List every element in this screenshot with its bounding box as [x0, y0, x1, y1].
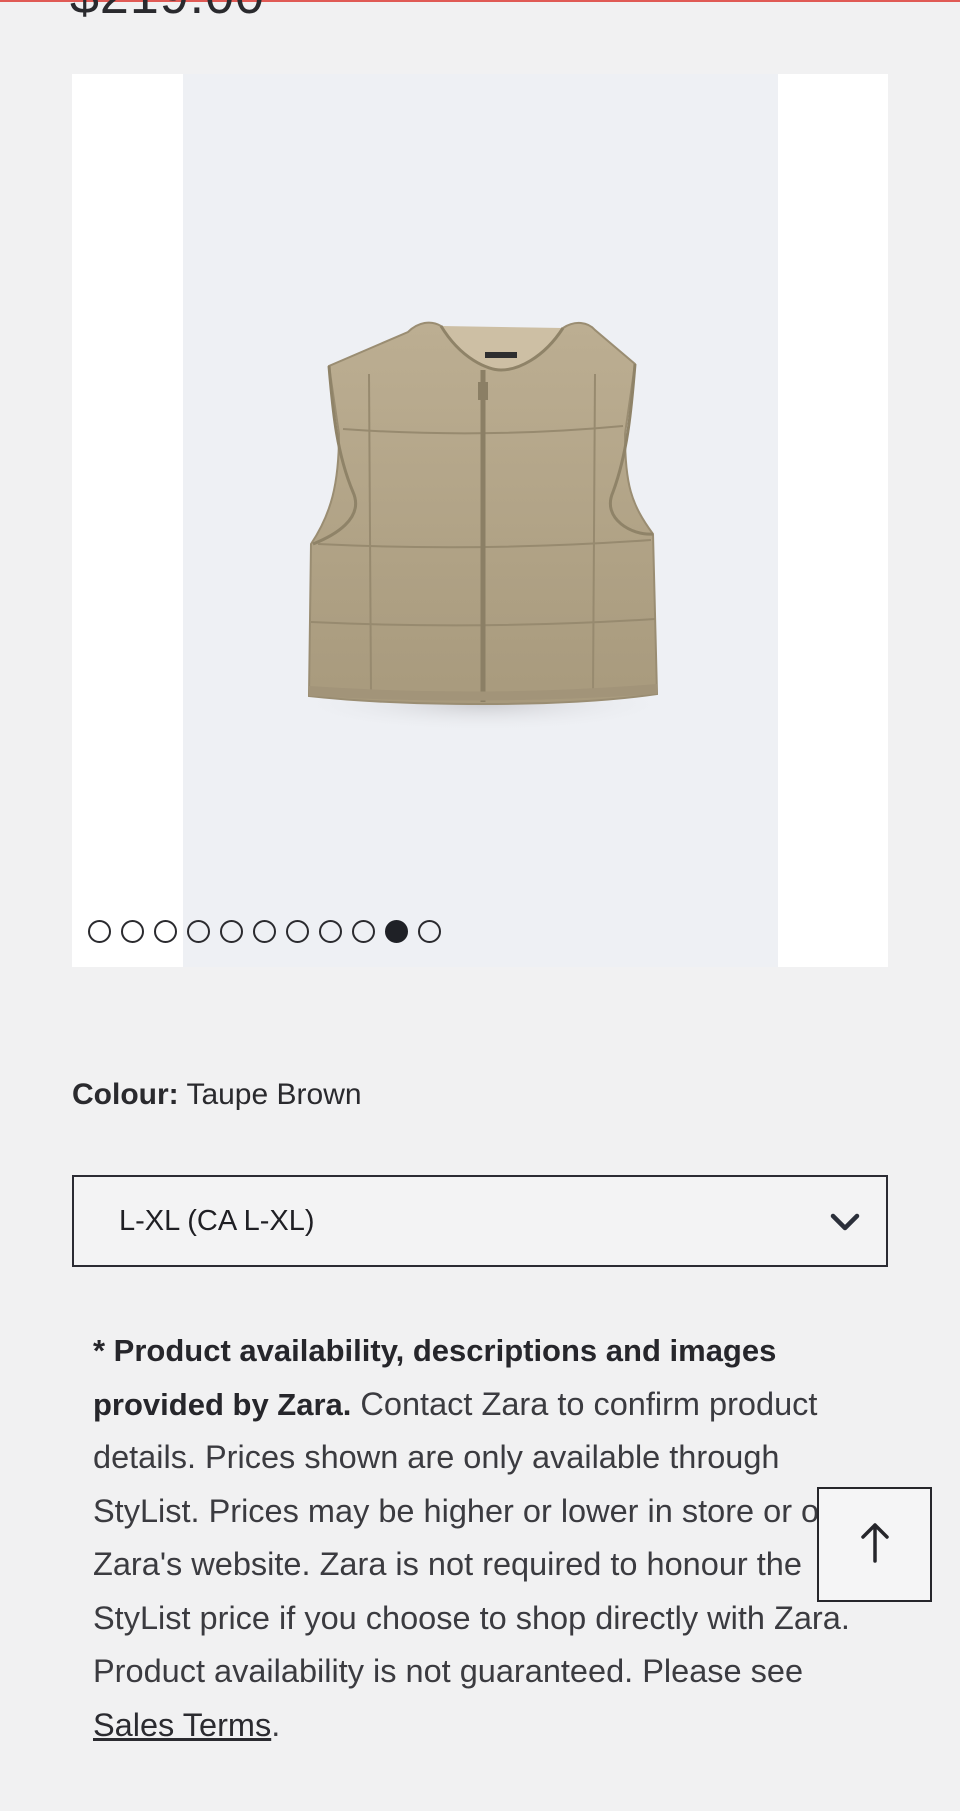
size-select[interactable]: L-XL (CA L-XL)	[72, 1175, 888, 1267]
colour-value: Taupe Brown	[186, 1078, 362, 1111]
gallery-dot[interactable]	[385, 920, 408, 943]
colour-info: Colour: Taupe Brown	[72, 1078, 362, 1112]
product-image[interactable]	[183, 74, 778, 967]
product-page: $219.00	[0, 0, 960, 1811]
gallery-dot[interactable]	[286, 920, 309, 943]
gallery-dot[interactable]	[352, 920, 375, 943]
gallery-pagination	[88, 920, 441, 944]
gallery-dot[interactable]	[253, 920, 276, 943]
disclaimer-body: Contact Zara to confirm product details.…	[93, 1385, 850, 1690]
size-select-value: L-XL (CA L-XL)	[119, 1204, 315, 1237]
scroll-to-top-button[interactable]	[817, 1487, 932, 1602]
gallery-dot[interactable]	[121, 920, 144, 943]
colour-label: Colour:	[72, 1078, 179, 1111]
puffer-vest-image	[293, 321, 673, 732]
chevron-down-icon	[828, 1205, 862, 1244]
gallery-dot[interactable]	[187, 920, 210, 943]
gallery-dot[interactable]	[418, 920, 441, 943]
image-gallery[interactable]	[72, 74, 888, 967]
gallery-dot[interactable]	[154, 920, 177, 943]
arrow-up-icon	[855, 1519, 895, 1570]
gallery-dot[interactable]	[88, 920, 111, 943]
gallery-dot[interactable]	[220, 920, 243, 943]
disclaimer-trailing: .	[271, 1706, 281, 1743]
gallery-dot[interactable]	[319, 920, 342, 943]
product-price: $219.00	[70, 0, 265, 26]
sales-terms-link[interactable]: Sales Terms	[93, 1707, 271, 1743]
availability-disclaimer: * Product availability, descriptions and…	[93, 1324, 883, 1752]
